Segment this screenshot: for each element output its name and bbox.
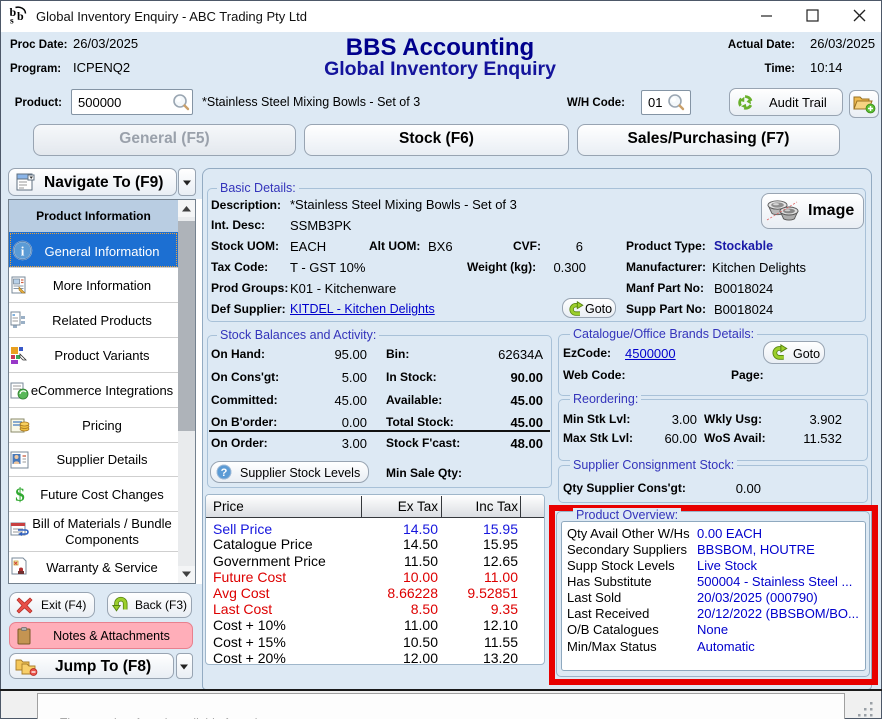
svg-text:b: b — [17, 9, 24, 23]
svg-text:?: ? — [221, 467, 228, 479]
svg-text:$: $ — [15, 485, 25, 504]
svg-text:s: s — [10, 17, 14, 27]
